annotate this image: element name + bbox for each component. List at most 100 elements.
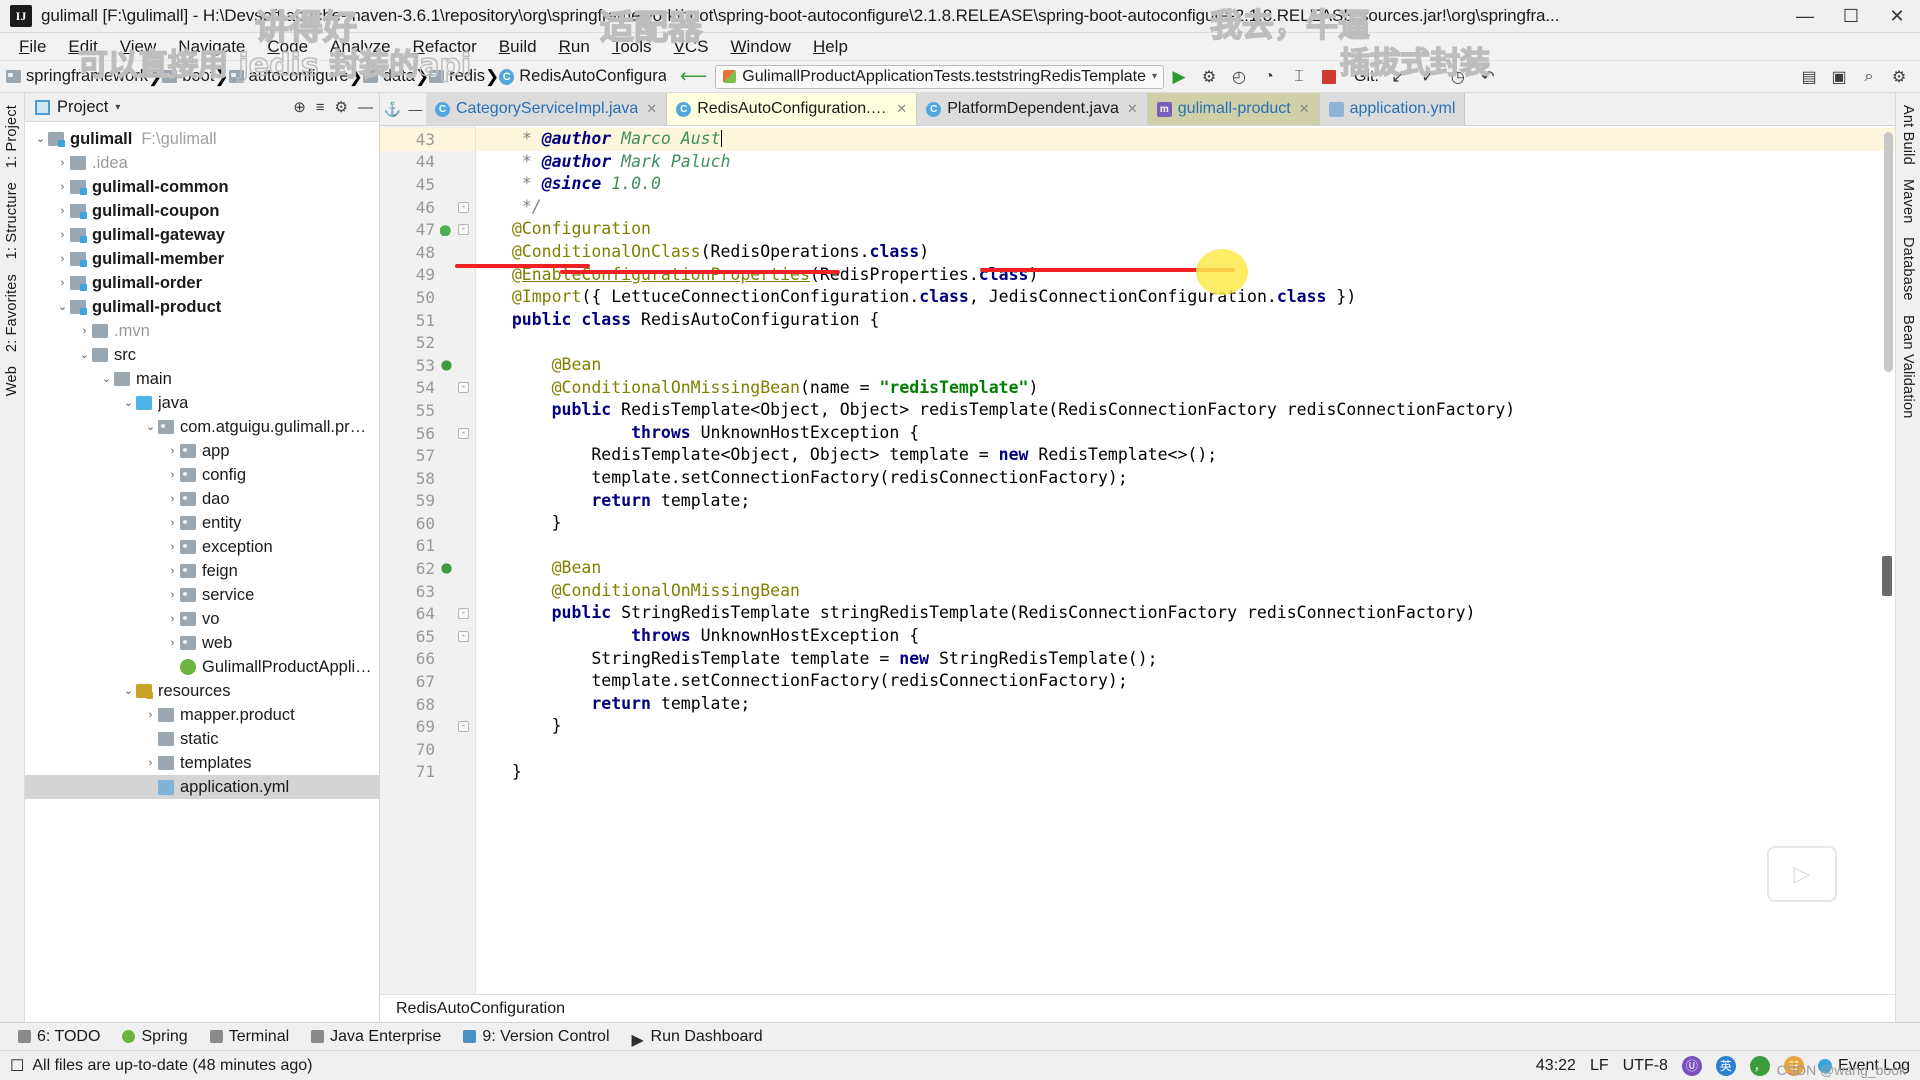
code-line[interactable]: } <box>476 761 1895 784</box>
debug-button[interactable]: ⚙ <box>1194 63 1224 91</box>
menu-tools[interactable]: Tools <box>601 35 663 59</box>
code-fold-toggle[interactable]: - <box>458 427 469 439</box>
search-everywhere-icon[interactable]: ⌕ <box>1854 63 1884 91</box>
tree-node[interactable]: › gulimall-member <box>25 247 379 271</box>
chevron-down-icon[interactable]: ▾ <box>115 102 120 113</box>
minimize-button[interactable]: — <box>1782 0 1828 33</box>
code-line[interactable]: @Import({ LettuceConnectionConfiguration… <box>476 286 1895 309</box>
chevron-down-icon[interactable]: ⌄ <box>77 343 92 367</box>
tree-node[interactable]: ⌄ gulimall F:\gulimall <box>25 127 379 151</box>
gutter-line[interactable]: 67 <box>380 670 475 693</box>
sidebar-tab-maven[interactable]: Maven <box>1897 173 1919 230</box>
chevron-right-icon[interactable]: › <box>143 751 158 775</box>
chevron-right-icon[interactable]: › <box>55 247 70 271</box>
close-tab-icon[interactable]: ✕ <box>646 101 657 117</box>
tree-node[interactable]: ⌄ com.atguigu.gulimall.produc <box>25 415 379 439</box>
tree-node[interactable]: › gulimall-common <box>25 175 379 199</box>
ime-language-icon[interactable]: 英 <box>1715 1055 1736 1076</box>
code-line[interactable]: StringRedisTemplate template = new Strin… <box>476 648 1895 671</box>
chevron-right-icon[interactable]: › <box>165 535 180 559</box>
error-stripe-marker[interactable] <box>1882 556 1892 596</box>
tree-node[interactable]: ⌄ java <box>25 391 379 415</box>
tree-node[interactable]: ⌄ main <box>25 367 379 391</box>
run-with-coverage-button[interactable]: ◴ <box>1224 63 1254 91</box>
gutter-line[interactable]: 69 - <box>380 715 475 738</box>
code-line[interactable]: * @author Mark Paluch <box>476 151 1895 174</box>
gutter-line[interactable]: 51 <box>380 309 475 332</box>
tree-node[interactable]: › dao <box>25 487 379 511</box>
gutter-line[interactable]: 55 <box>380 399 475 422</box>
editor-gutter[interactable]: 43 44 45 46 - 47 - 48 49 50 51 52 53 54 - 55 56 - 57 58 59 60… <box>380 126 476 994</box>
tree-node[interactable]: › feign <box>25 559 379 583</box>
terminal-button[interactable]: ▣ <box>1824 63 1854 91</box>
sidebar-tab-ant-build[interactable]: Ant Build <box>1897 99 1919 171</box>
code-fold-toggle[interactable]: - <box>458 608 469 620</box>
gutter-line[interactable]: 44 <box>380 151 475 174</box>
code-line[interactable]: * @since 1.0.0 <box>476 173 1895 196</box>
gutter-line[interactable]: 58 <box>380 467 475 490</box>
menu-file[interactable]: File <box>8 35 57 59</box>
locate-file-icon[interactable]: ⊕ <box>293 98 306 116</box>
chevron-right-icon[interactable]: › <box>165 583 180 607</box>
sidebar-tab-bean-validation[interactable]: Bean Validation <box>1897 309 1919 425</box>
stop-button[interactable] <box>1314 63 1344 91</box>
breadcrumb-item-boot[interactable]: boot <box>162 67 214 86</box>
gutter-line[interactable]: 47 - <box>380 218 475 241</box>
sidebar-tab-web[interactable]: Web <box>1 360 23 402</box>
chevron-down-icon[interactable]: ⌄ <box>99 367 114 391</box>
chevron-down-icon[interactable]: ⌄ <box>143 415 158 439</box>
code-fold-toggle[interactable]: - <box>458 382 469 394</box>
menu-window[interactable]: Window <box>719 35 801 59</box>
code-line[interactable]: public StringRedisTemplate stringRedisTe… <box>476 602 1895 625</box>
editor-tab[interactable]: C RedisAutoConfiguration.java ✕ <box>667 93 918 125</box>
tree-node[interactable]: › .mvn <box>25 319 379 343</box>
chevron-down-icon[interactable]: ▾ <box>1152 71 1157 82</box>
rollback-button[interactable]: ↶ <box>1473 63 1503 91</box>
gutter-line[interactable]: 63 <box>380 580 475 603</box>
tree-node[interactable]: › service <box>25 583 379 607</box>
code-line[interactable]: @ConditionalOnMissingBean(name = "redisT… <box>476 377 1895 400</box>
chevron-right-icon[interactable]: › <box>55 199 70 223</box>
gutter-line[interactable]: 57 <box>380 444 475 467</box>
code-line[interactable]: @Configuration <box>476 218 1895 241</box>
chevron-down-icon[interactable]: ⌄ <box>121 391 136 415</box>
hide-editor-icon[interactable]: — <box>408 101 422 117</box>
code-line[interactable] <box>476 331 1895 354</box>
code-fold-toggle[interactable]: - <box>458 630 469 642</box>
tree-node[interactable]: › web <box>25 631 379 655</box>
breadcrumb-item-springframework[interactable]: springframework <box>6 67 148 86</box>
chevron-right-icon[interactable]: › <box>55 223 70 247</box>
menu-view[interactable]: View <box>109 35 168 59</box>
tool-window-run-dashboard[interactable]: ▶ Run Dashboard <box>622 1026 773 1050</box>
tree-node[interactable]: › vo <box>25 607 379 631</box>
ime-punctuation-icon[interactable]: ， <box>1749 1055 1770 1076</box>
gutter-line[interactable]: 70 <box>380 738 475 761</box>
run-configuration-selector[interactable]: GulimallProductApplicationTests.teststri… <box>715 64 1165 89</box>
tree-node[interactable]: ⌄ src <box>25 343 379 367</box>
chevron-right-icon[interactable]: › <box>165 463 180 487</box>
tool-window-spring[interactable]: Spring <box>112 1026 197 1048</box>
chevron-right-icon[interactable]: › <box>55 151 70 175</box>
tree-node[interactable]: › entity <box>25 511 379 535</box>
chevron-right-icon[interactable]: › <box>165 511 180 535</box>
tree-node[interactable]: ⌄ gulimall-product <box>25 295 379 319</box>
editor-tab[interactable]: C PlatformDependent.java ✕ <box>917 93 1148 125</box>
menu-build[interactable]: Build <box>488 35 548 59</box>
history-button[interactable]: ◷ <box>1443 63 1473 91</box>
editor-tab[interactable]: C CategoryServiceImpl.java ✕ <box>426 93 668 125</box>
gutter-line[interactable]: 46 - <box>380 196 475 219</box>
tool-window-terminal[interactable]: Terminal <box>200 1026 299 1048</box>
select-target-button[interactable]: ▤ <box>1794 63 1824 91</box>
gutter-line[interactable]: 66 <box>380 648 475 671</box>
close-tab-icon[interactable]: ✕ <box>1299 101 1310 117</box>
code-line[interactable]: throws UnknownHostException { <box>476 625 1895 648</box>
code-line[interactable]: public RedisTemplate<Object, Object> red… <box>476 399 1895 422</box>
gutter-line[interactable]: 65 - <box>380 625 475 648</box>
caret-position[interactable]: 43:22 <box>1536 1057 1576 1075</box>
code-line[interactable]: */ <box>476 196 1895 219</box>
close-tab-icon[interactable]: ✕ <box>1127 101 1138 117</box>
tree-node[interactable]: › config <box>25 463 379 487</box>
chevron-right-icon[interactable]: › <box>55 271 70 295</box>
gutter-line[interactable]: 53 <box>380 354 475 377</box>
code-line[interactable]: } <box>476 715 1895 738</box>
